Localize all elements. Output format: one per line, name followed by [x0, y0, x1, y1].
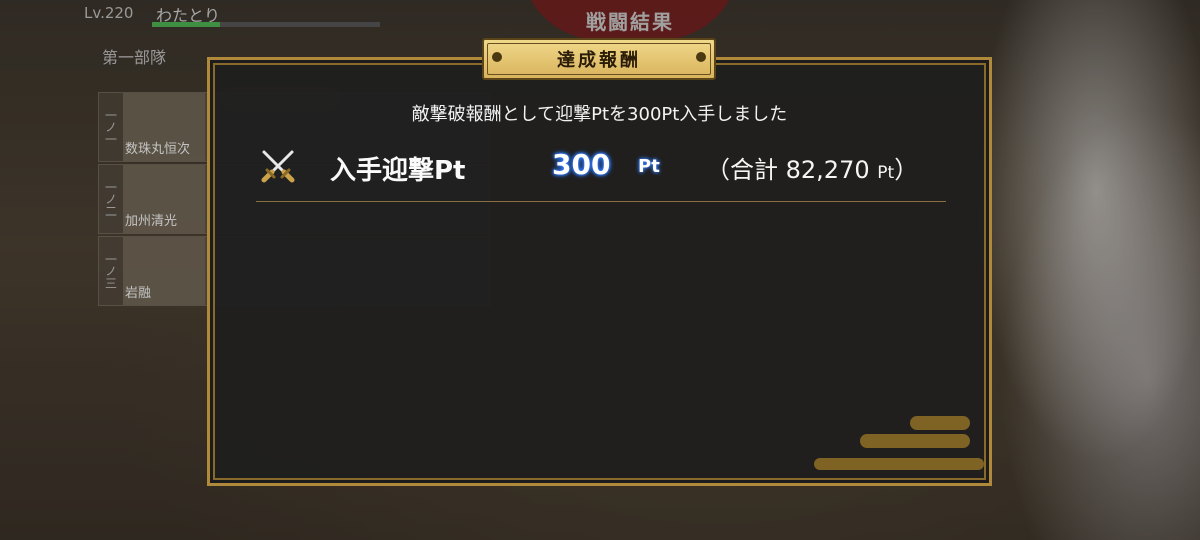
reward-message: 敵撃破報酬として迎撃Ptを300Pt入手しました [411, 104, 788, 125]
reward-dialog[interactable]: 達成報酬 敵撃破報酬として迎撃Ptを300Pt入手しました 入手迎撃Pt 300… [207, 38, 992, 486]
decorative-cloud [860, 434, 970, 448]
crossed-swords-icon [261, 150, 295, 183]
total-value: 82,270 [785, 156, 870, 184]
decorative-cloud [814, 458, 984, 470]
ornament-icon [696, 52, 706, 62]
ornament-icon [492, 52, 502, 62]
total-suffix: ） [894, 156, 919, 184]
dialog-header: 達成報酬 [482, 38, 716, 80]
total-unit: Pt [877, 163, 895, 183]
dialog-title: 達成報酬 [557, 50, 641, 71]
divider [256, 201, 946, 202]
reward-value: 300 [552, 148, 611, 181]
reward-row: 入手迎撃Pt 300 Pt （合計 82,270 Pt） [258, 146, 958, 186]
total-prefix: （合計 [706, 156, 786, 184]
reward-unit: Pt [638, 156, 660, 177]
reward-total: （合計 82,270 Pt） [706, 150, 918, 185]
decorative-cloud [910, 416, 970, 430]
reward-label: 入手迎撃Pt [330, 156, 466, 186]
